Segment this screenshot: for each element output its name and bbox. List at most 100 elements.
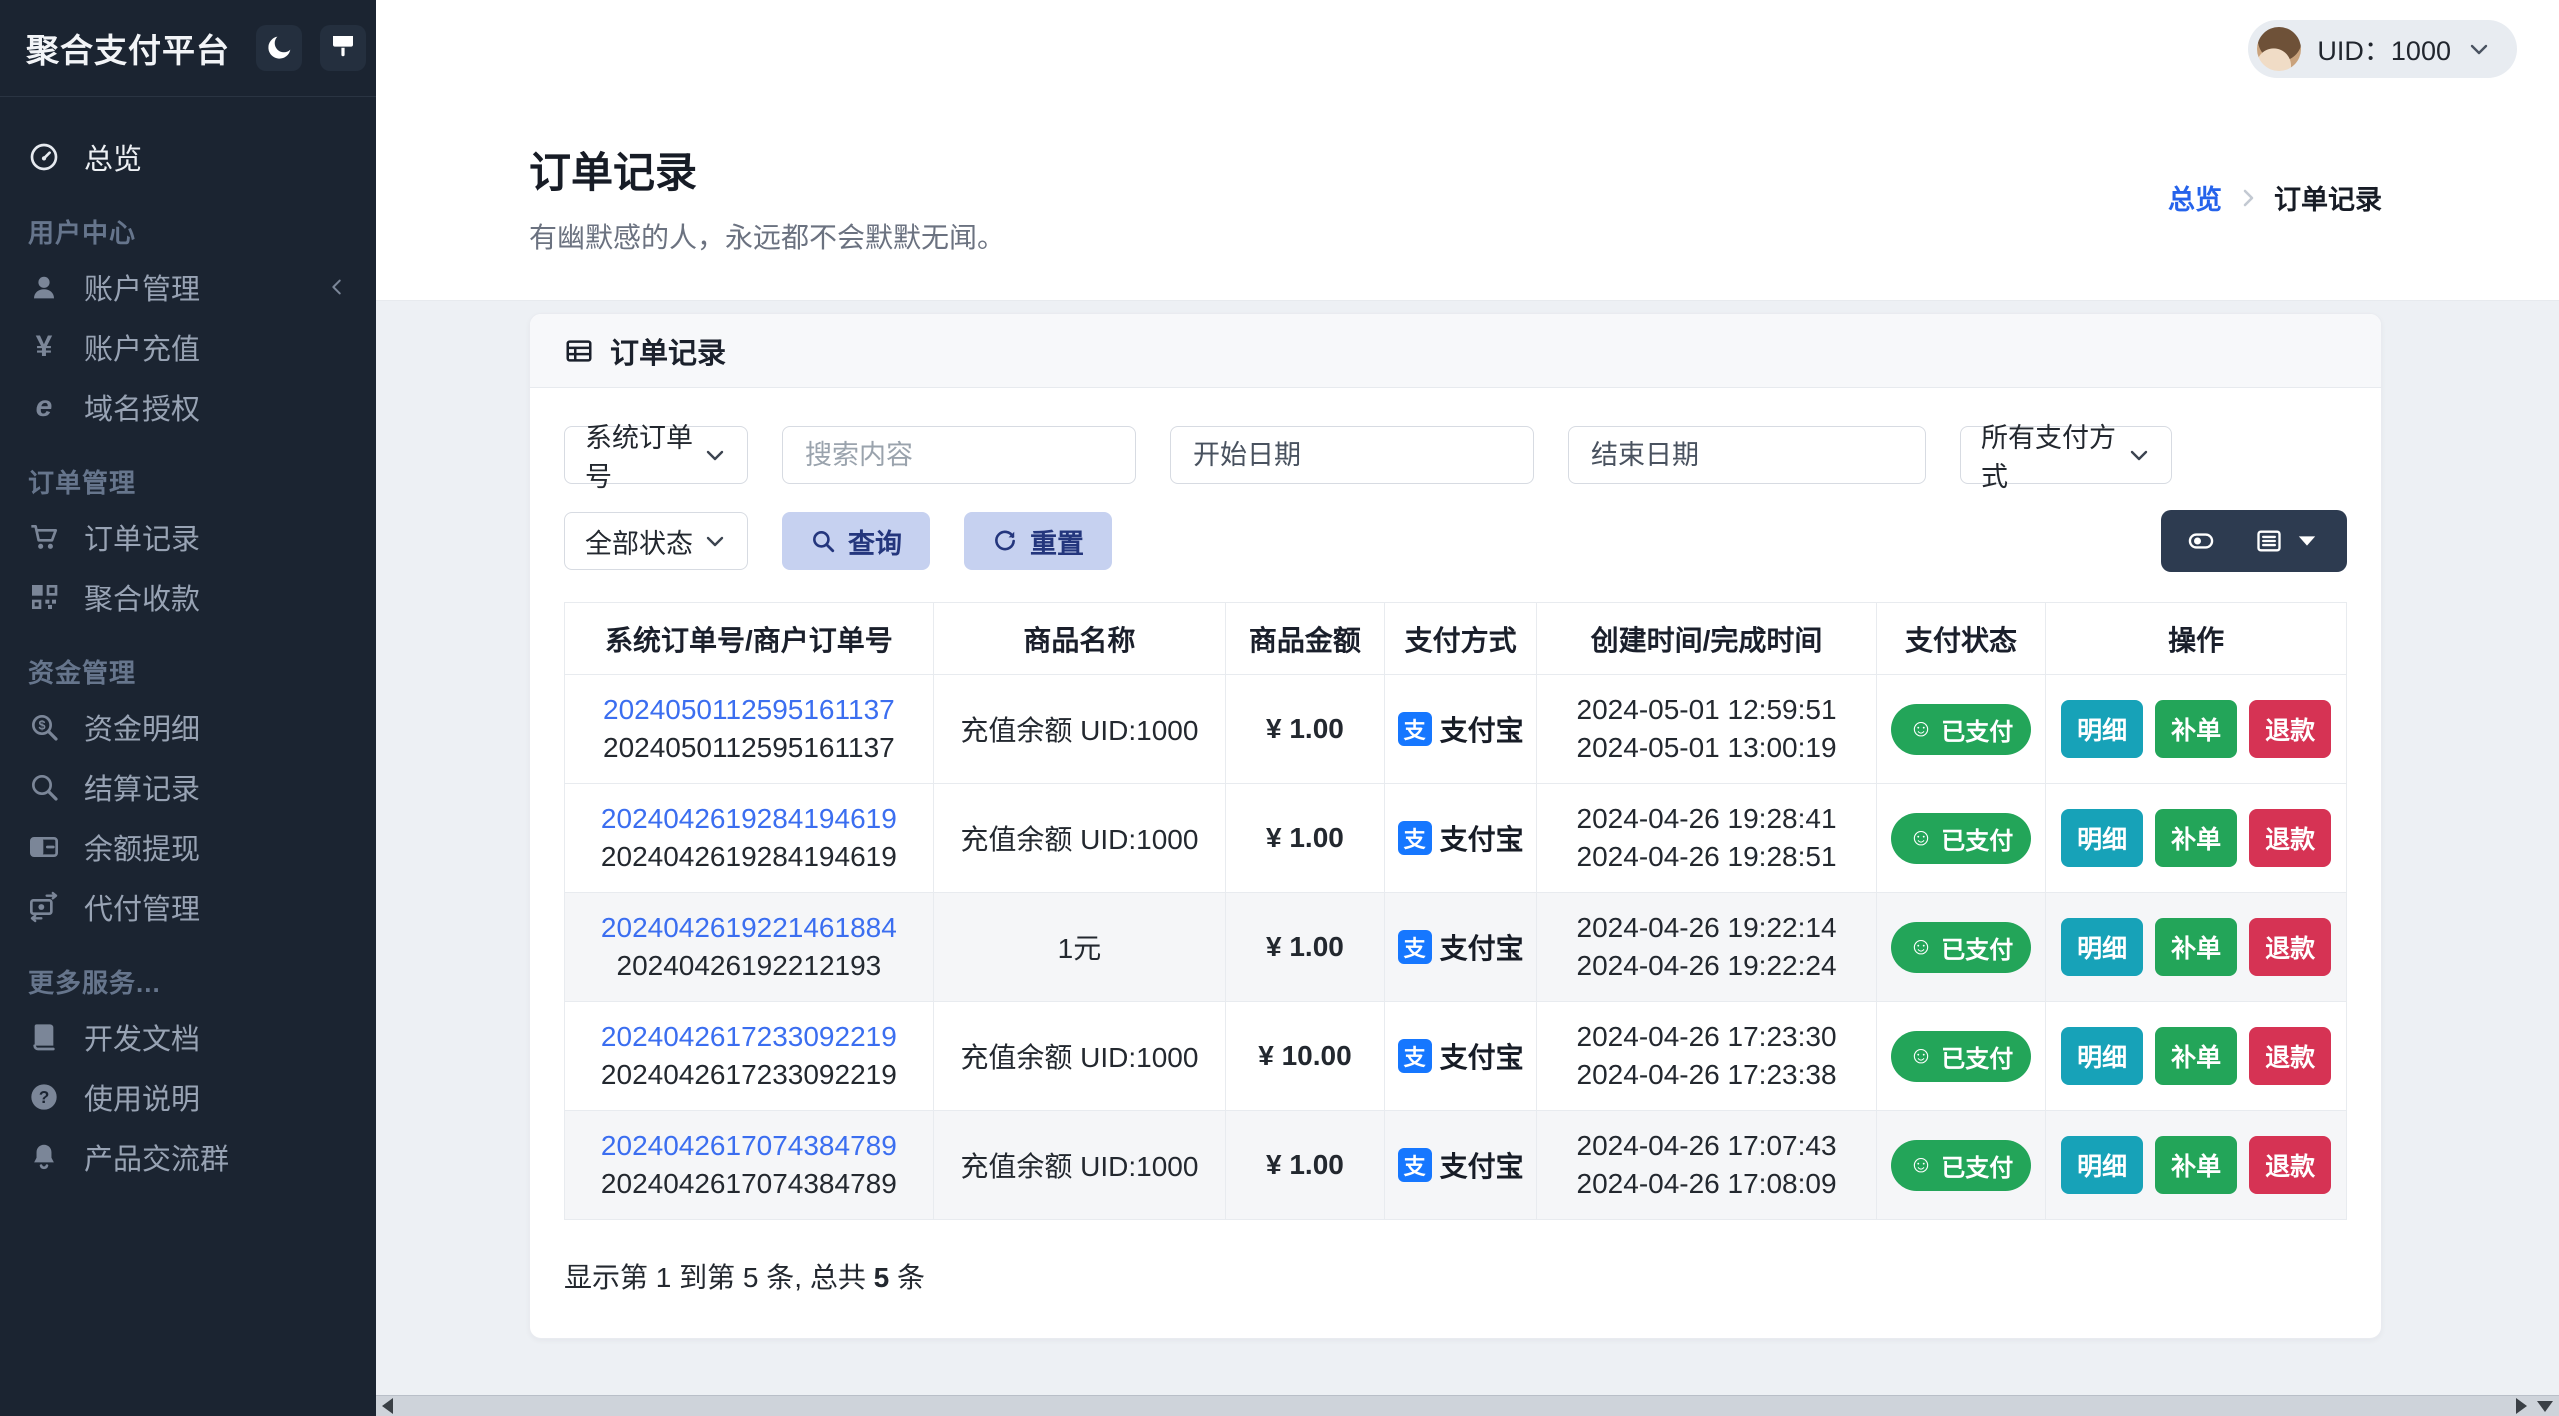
book-icon (28, 1021, 60, 1053)
start-date-input[interactable] (1170, 426, 1534, 484)
reset-button[interactable]: 重置 (964, 512, 1112, 570)
completed-time: 2024-04-26 19:22:24 (1576, 950, 1837, 981)
sidebar-item-settlement-records[interactable]: 结算记录 (0, 757, 376, 817)
sidebar-section-order-management: 订单管理 (28, 467, 137, 498)
page-title: 订单记录 (529, 149, 698, 196)
reissue-button[interactable]: 补单 (2155, 1136, 2238, 1194)
gauge-icon (28, 141, 60, 173)
col-actions: 操作 (2045, 602, 2347, 675)
smiley-icon: ☺ (1908, 1042, 1934, 1069)
refund-button[interactable]: 退款 (2249, 700, 2332, 758)
pay-method: 支付宝 (1439, 1151, 1524, 1182)
detail-button[interactable]: 明细 (2061, 809, 2144, 867)
money-transfer-icon (28, 891, 60, 923)
smiley-icon: ☺ (1908, 1151, 1934, 1178)
theme-button[interactable] (320, 25, 366, 71)
sidebar-item-account-management[interactable]: 账户管理 (0, 257, 376, 317)
sidebar-item-balance-withdrawal[interactable]: 余额提现 (0, 817, 376, 877)
detail-button[interactable]: 明细 (2061, 1027, 2144, 1085)
order-type-select[interactable]: 系统订单号 (564, 423, 748, 492)
created-time: 2024-04-26 19:22:14 (1576, 912, 1837, 943)
scroll-down-arrow-icon[interactable] (2537, 1400, 2553, 1412)
created-time: 2024-05-01 12:59:51 (1576, 694, 1837, 725)
refund-button[interactable]: 退款 (2249, 1136, 2332, 1194)
detail-button[interactable]: 明细 (2061, 1136, 2144, 1194)
sidebar-item-label: 结算记录 (84, 774, 201, 806)
sidebar-item-order-records[interactable]: 订单记录 (0, 507, 376, 567)
smiley-icon: ☺ (1908, 715, 1934, 742)
dark-mode-button[interactable] (256, 25, 302, 71)
sidebar-item-label: 开发文档 (84, 1024, 201, 1056)
reissue-button[interactable]: 补单 (2155, 918, 2238, 976)
created-time: 2024-04-26 17:07:43 (1576, 1130, 1837, 1161)
pay-method: 支付宝 (1439, 824, 1524, 855)
pay-method-select[interactable]: 所有支付方式 (1960, 423, 2172, 492)
search-icon (810, 528, 836, 554)
col-pay-method: 支付方式 (1383, 602, 1538, 675)
reissue-button[interactable]: 补单 (2155, 1027, 2238, 1085)
system-order-link[interactable]: 2024050112595161137 (603, 694, 895, 725)
pay-method: 支付宝 (1439, 715, 1524, 746)
system-order-link[interactable]: 2024042617233092219 (601, 1021, 897, 1052)
main-content: 订单记录 系统订单号 所有支付方式 (376, 301, 2559, 1339)
sidebar-item-dev-docs[interactable]: 开发文档 (0, 1007, 376, 1067)
sidebar-item-domain-auth[interactable]: e 域名授权 (0, 377, 376, 437)
search-icon (28, 771, 60, 803)
sidebar-item-account-recharge[interactable]: ¥ 账户充值 (0, 317, 376, 377)
sidebar-item-label: 使用说明 (84, 1084, 201, 1116)
moon-icon (263, 32, 295, 64)
sidebar-item-overview[interactable]: 总览 (0, 127, 376, 187)
refund-button[interactable]: 退款 (2249, 809, 2332, 867)
completed-time: 2024-04-26 17:23:38 (1576, 1059, 1837, 1090)
smiley-icon: ☺ (1908, 824, 1934, 851)
toggle-columns-button[interactable] (2167, 510, 2235, 572)
scroll-left-arrow-icon[interactable] (382, 1398, 393, 1414)
chevron-down-icon (2127, 443, 2151, 467)
sidebar-item-aggregate-collection[interactable]: 聚合收款 (0, 567, 376, 627)
system-order-link[interactable]: 2024042619284194619 (601, 803, 897, 834)
col-status: 支付状态 (1875, 602, 2047, 675)
sidebar-item-payout-management[interactable]: 代付管理 (0, 877, 376, 937)
table-icon (564, 336, 594, 366)
alipay-icon: 支 (1397, 1148, 1432, 1182)
horizontal-scrollbar[interactable] (376, 1395, 2559, 1416)
status-select[interactable]: 全部状态 (564, 512, 748, 570)
topbar: UID：1000 (376, 0, 2559, 97)
sidebar-item-instructions[interactable]: ? 使用说明 (0, 1067, 376, 1127)
detail-button[interactable]: 明细 (2061, 918, 2144, 976)
chevron-left-icon (326, 276, 348, 298)
product-amount: ¥ 1.00 (1225, 674, 1385, 784)
user-menu[interactable]: UID：1000 (2248, 19, 2517, 78)
breadcrumb: 总览 订单记录 (2168, 178, 2382, 217)
product-name: 充值余额 UID:1000 (932, 1110, 1227, 1220)
sidebar-section-fund-management: 资金管理 (28, 657, 137, 688)
scroll-right-arrow-icon[interactable] (2516, 1398, 2527, 1414)
reissue-button[interactable]: 补单 (2155, 700, 2238, 758)
detail-button[interactable]: 明细 (2061, 700, 2144, 758)
table-view-menu-button[interactable] (2235, 510, 2341, 572)
sidebar-item-label: 账户管理 (84, 274, 201, 306)
search-input[interactable] (782, 426, 1136, 484)
chevron-down-icon (2467, 37, 2491, 61)
breadcrumb-overview-link[interactable]: 总览 (2168, 178, 2222, 217)
system-order-link[interactable]: 2024042619221461884 (601, 912, 897, 943)
sidebar-section-user-center: 用户中心 (28, 217, 137, 248)
sidebar: 聚合支付平台 总览 用户中心 账户管理 ¥ 账户充值 e 域名授权 订单管理 订… (0, 0, 376, 1416)
sidebar-header: 聚合支付平台 (0, 0, 376, 97)
table-row: 2024042619221461884 20240426192212193 1元 … (564, 892, 2347, 1002)
view-controls (2161, 510, 2347, 572)
query-button[interactable]: 查询 (782, 512, 930, 570)
sidebar-item-fund-details[interactable]: $ 资金明细 (0, 697, 376, 757)
end-date-input[interactable] (1568, 426, 1926, 484)
refund-button[interactable]: 退款 (2249, 918, 2332, 976)
sidebar-item-product-group[interactable]: 产品交流群 (0, 1127, 376, 1187)
created-time: 2024-04-26 17:23:30 (1576, 1021, 1837, 1052)
svg-text:$: $ (38, 719, 45, 733)
sidebar-item-label: 域名授权 (84, 394, 201, 426)
reissue-button[interactable]: 补单 (2155, 809, 2238, 867)
status-badge: ☺ 已支付 (1890, 812, 2032, 864)
table-header-row: 系统订单号/商户订单号 商品名称 商品金额 支付方式 创建时间/完成时间 支付状… (564, 602, 2347, 675)
system-order-link[interactable]: 2024042617074384789 (601, 1130, 897, 1161)
refund-button[interactable]: 退款 (2249, 1027, 2332, 1085)
sidebar-section-more-services: 更多服务... (28, 967, 161, 998)
